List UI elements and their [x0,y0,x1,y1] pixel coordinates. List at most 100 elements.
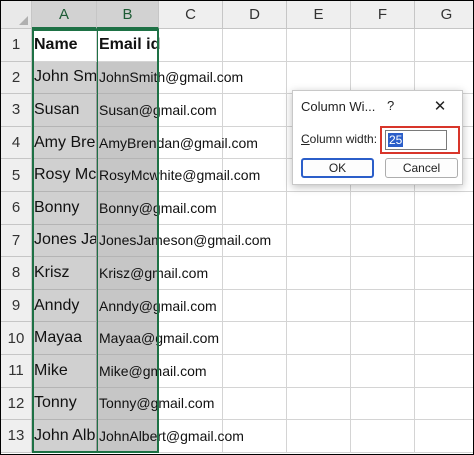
cell-g6[interactable] [415,192,473,225]
cell-g12[interactable] [415,388,473,421]
column-header-c[interactable]: C [159,1,223,29]
cell-b9[interactable]: Anndy@gmail.com [97,289,217,323]
cell-a5[interactable]: Rosy Mcwhite [32,159,97,192]
cell-d3[interactable] [223,94,287,127]
cell-a12[interactable]: Tonny [32,387,97,421]
cell-b5[interactable]: RosyMcwhite@gmail.com [97,159,260,192]
cell-a3[interactable]: Susan [32,94,97,127]
ok-button[interactable]: OK [301,158,374,178]
cell-d6[interactable] [223,192,287,225]
cell-a8[interactable]: Krisz [32,257,97,290]
column-selection-divider [97,29,98,453]
name-value: Tonny [34,394,77,412]
email-value: Krisz@gmail.com [99,264,209,281]
cell-a1[interactable]: Name [32,29,97,62]
cell-a7[interactable]: Jones Jameson [32,224,97,258]
cell-a13[interactable]: John Albert [32,420,97,453]
cell-a4[interactable]: Amy Brendan [32,126,97,160]
cell-f6[interactable] [351,192,415,225]
cell-e6[interactable] [287,192,351,225]
cell-f10[interactable] [351,322,415,355]
row-header-2[interactable]: 2 [1,61,32,95]
cell-b12[interactable]: Tonny@gmail.com [97,387,214,421]
row-header-5[interactable]: 5 [1,159,32,192]
email-value: Mayaa@gmail.com [99,330,220,347]
help-icon[interactable]: ? [387,98,394,113]
cell-a11[interactable]: Mike [32,355,97,388]
cell-g10[interactable] [415,322,473,355]
row-header-7[interactable]: 7 [1,224,32,258]
cell-b13[interactable]: JohnAlbert@gmail.com [97,420,244,453]
cell-b11[interactable]: Mike@gmail.com [97,355,207,388]
cell-e8[interactable] [287,257,351,290]
cell-g7[interactable] [415,225,473,258]
cell-d1[interactable] [223,29,287,62]
cell-d9[interactable] [223,289,287,323]
cell-g1[interactable] [415,29,473,62]
column-width-input[interactable]: 25 [385,130,447,150]
cell-b7[interactable]: JonesJameson@gmail.com [97,224,271,258]
cell-b1[interactable]: Email id [97,29,160,62]
name-value: Amy Brendan [34,133,96,151]
column-header-b[interactable]: B [97,1,159,29]
email-value: Susan@gmail.com [99,101,217,118]
cell-b10[interactable]: Mayaa@gmail.com [97,322,219,355]
cell-f12[interactable] [351,387,415,421]
email-value: JonesJameson@gmail.com [99,232,272,249]
column-header-g[interactable]: G [415,1,473,29]
cell-e7[interactable] [287,224,351,258]
column-width-label-accesskey: C [301,132,310,146]
cell-b2[interactable]: JohnSmith@gmail.com [97,61,243,95]
cell-f8[interactable] [351,257,415,290]
column-width-value: 25 [388,133,404,147]
close-icon[interactable]: ✕ [429,95,451,117]
cell-d10[interactable] [223,322,287,355]
row-header-6[interactable]: 6 [1,192,32,225]
cell-e1[interactable] [287,29,351,62]
row-header-13[interactable]: 13 [1,420,32,453]
cancel-button[interactable]: Cancel [385,158,458,178]
cell-b3[interactable]: Susan@gmail.com [97,94,217,127]
cell-d11[interactable] [223,355,287,388]
cell-d8[interactable] [223,257,287,290]
cell-e9[interactable] [287,289,351,323]
cell-g13[interactable] [415,420,473,453]
row-header-1[interactable]: 1 [1,29,32,62]
select-all-corner[interactable] [1,1,32,29]
row-header-3[interactable]: 3 [1,94,32,127]
column-header-e[interactable]: E [287,1,351,29]
cell-e12[interactable] [287,387,351,421]
cell-a2[interactable]: John Smith [32,61,97,95]
cell-b4[interactable]: AmyBrendan@gmail.com [97,126,258,160]
cell-f1[interactable] [351,29,415,62]
column-header-a[interactable]: A [32,1,97,29]
cell-f9[interactable] [351,289,415,323]
cell-g9[interactable] [415,290,473,323]
cell-b8[interactable]: Krisz@gmail.com [97,257,208,290]
cell-e10[interactable] [287,322,351,355]
cell-e11[interactable] [287,355,351,388]
column-header-d[interactable]: D [223,1,287,29]
cell-a6[interactable]: Bonny [32,192,97,225]
row-header-9[interactable]: 9 [1,289,32,323]
row-header-11[interactable]: 11 [1,355,32,388]
cell-g8[interactable] [415,257,473,290]
cell-g11[interactable] [415,355,473,388]
cell-d12[interactable] [223,387,287,421]
cell-f7[interactable] [351,224,415,258]
cell-a10[interactable]: Mayaa [32,322,97,355]
cell-f11[interactable] [351,355,415,388]
name-value: Anndy [34,296,80,314]
column-header-f[interactable]: F [351,1,415,29]
cell-f13[interactable] [351,420,415,453]
cell-b6[interactable]: Bonny@gmail.com [97,192,217,225]
row-header-8[interactable]: 8 [1,257,32,290]
row-header-4[interactable]: 4 [1,126,32,160]
name-value: Bonny [34,198,80,216]
row-header-10[interactable]: 10 [1,322,32,355]
row-header-12[interactable]: 12 [1,387,32,421]
cell-c1[interactable] [159,29,223,62]
cell-e13[interactable] [287,420,351,453]
input-highlight-box: 25 [380,126,460,154]
cell-a9[interactable]: Anndy [32,289,97,323]
